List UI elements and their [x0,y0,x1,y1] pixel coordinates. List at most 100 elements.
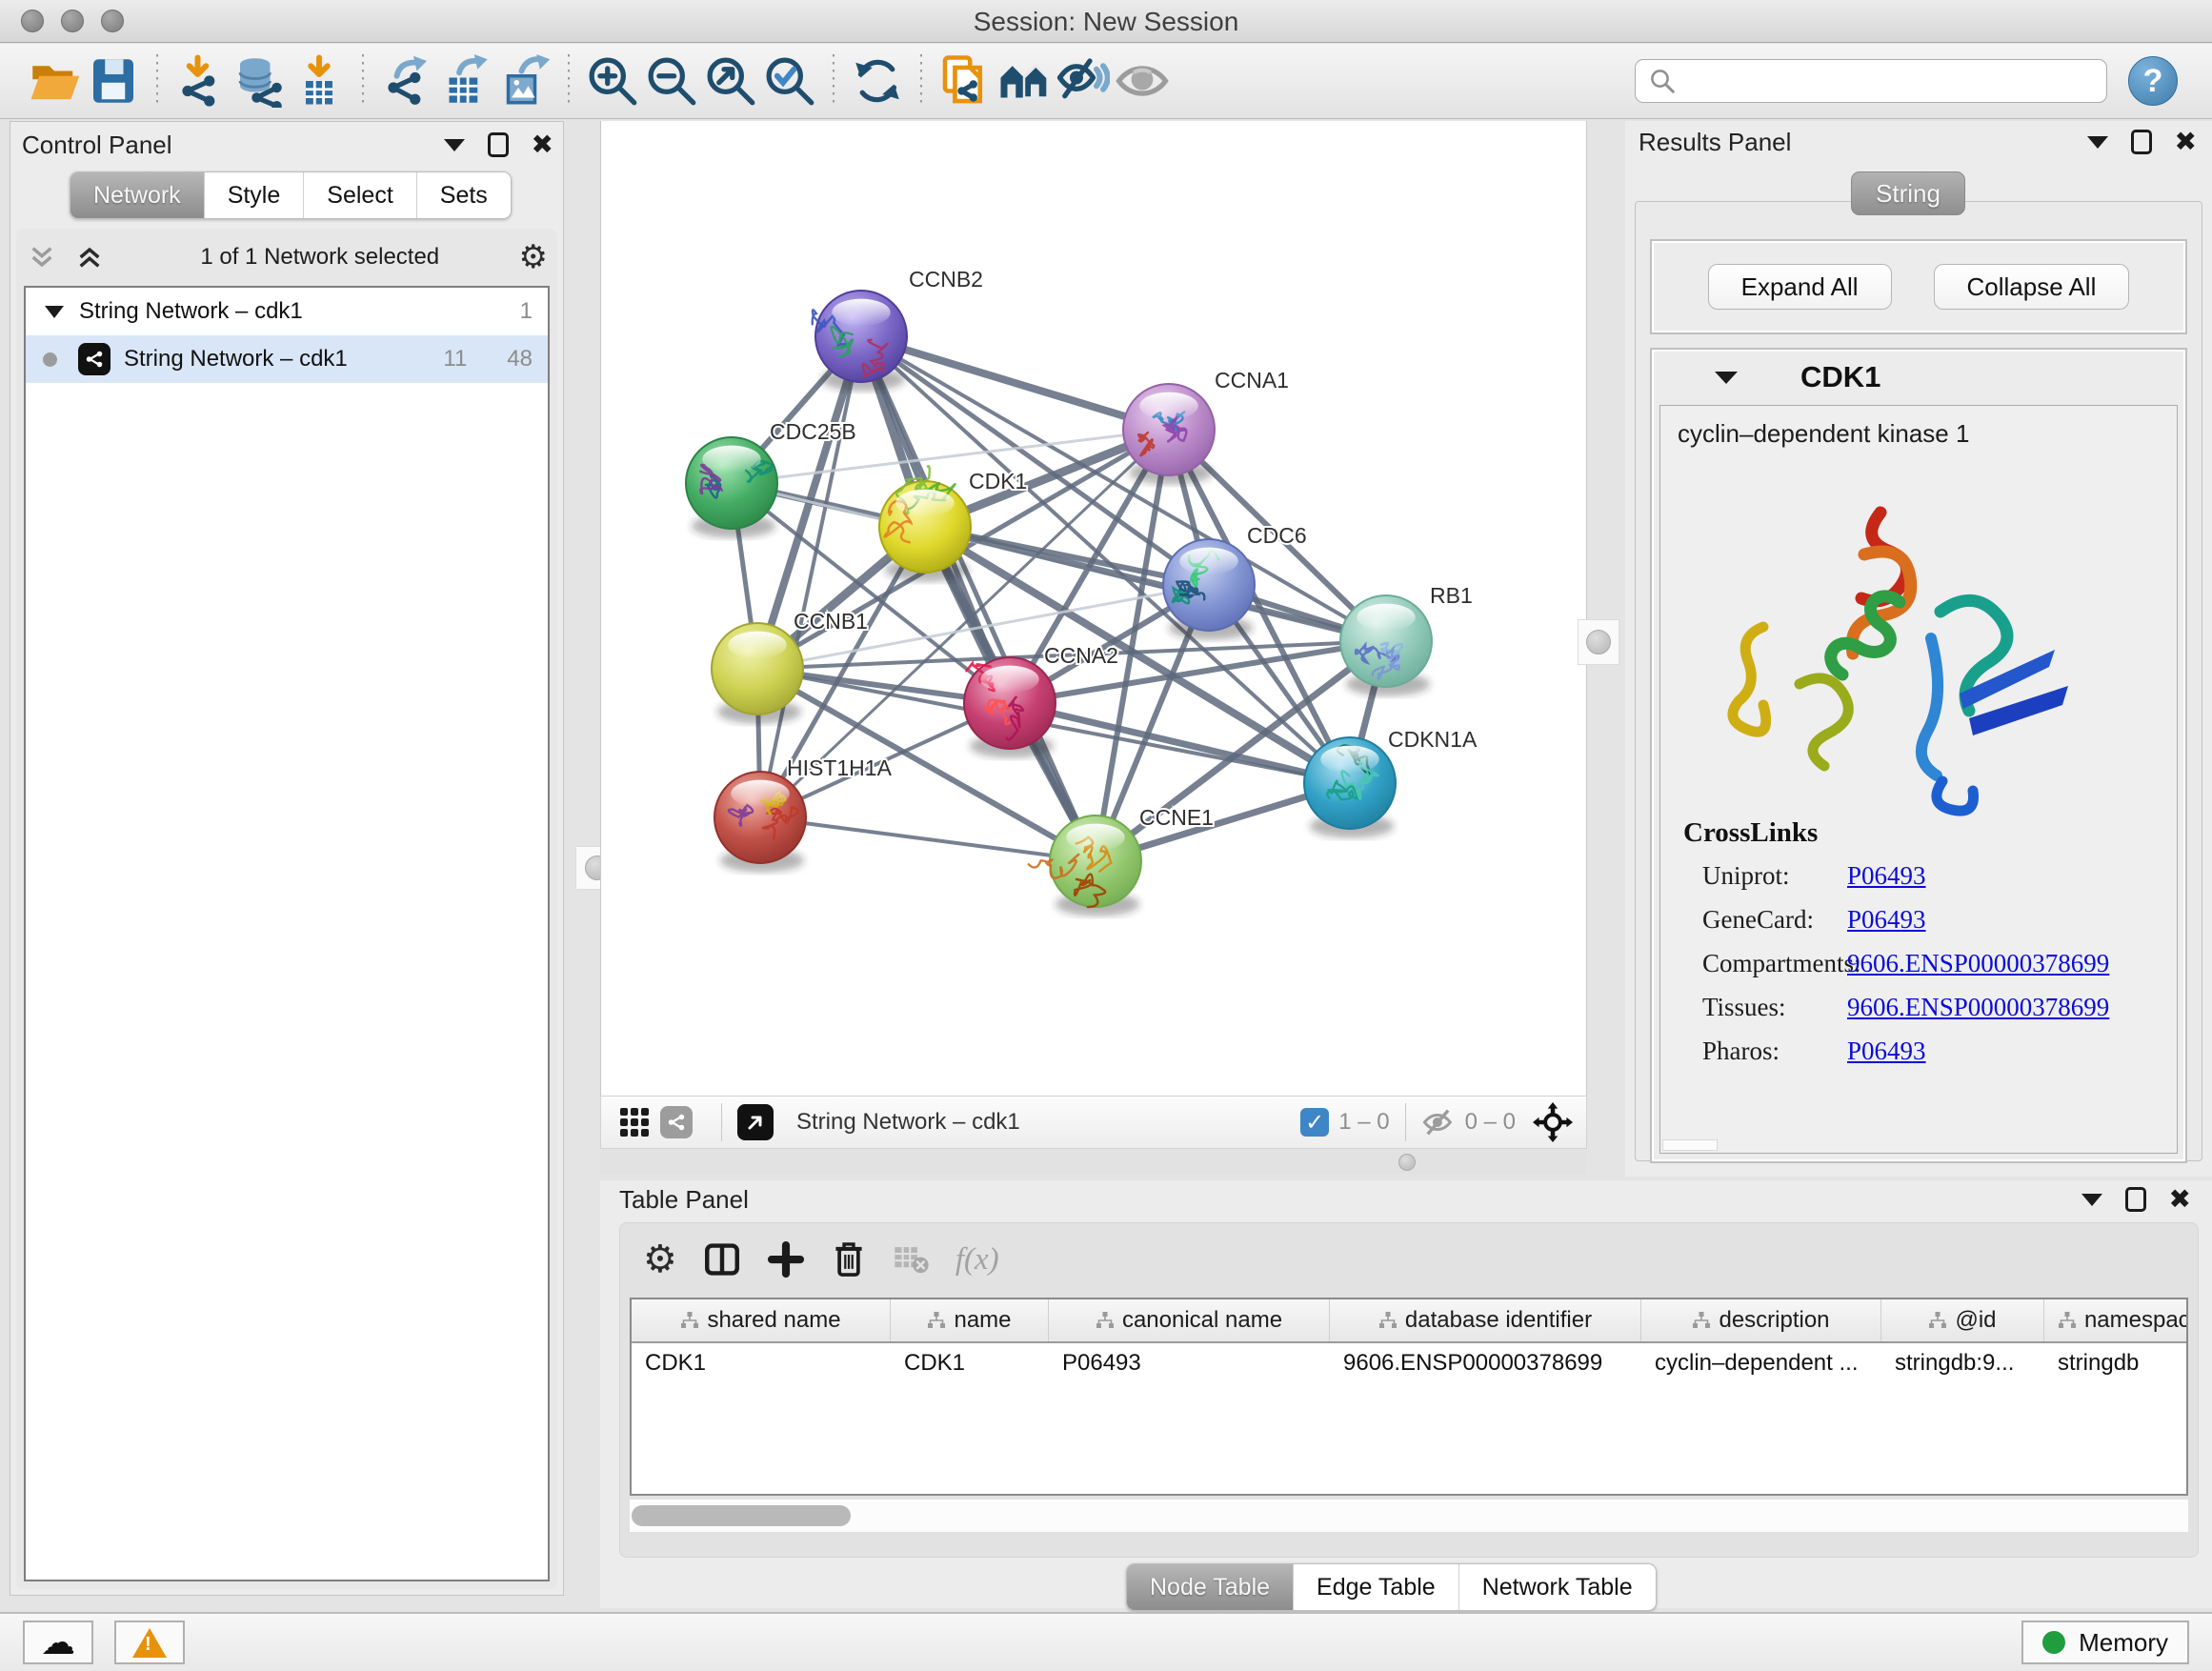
network-view[interactable]: CCNB2CCNA1CDC25BCDK1CDC6RB1CCNB1CCNA2CDK… [600,121,1587,1096]
close-panel-icon[interactable]: ✖ [2169,1186,2191,1213]
help-button[interactable]: ? [2128,56,2178,106]
edge[interactable] [861,336,1096,861]
column-header[interactable]: @id [1881,1299,2044,1341]
import-network-database-button[interactable] [231,51,290,111]
zoom-fit-button[interactable] [701,51,760,111]
expand-all-icon[interactable] [73,242,106,272]
float-panel-icon[interactable] [2081,1194,2102,1206]
tab-network[interactable]: Network [70,172,204,218]
gene-section-header[interactable]: CDK1 [1656,353,2182,401]
network-view-string-icon[interactable] [660,1106,693,1138]
table-cell[interactable]: P06493 [1049,1350,1330,1377]
detach-view-icon[interactable] [737,1104,774,1140]
tab-string[interactable]: String [1851,171,1965,215]
hidden-eye-icon[interactable] [1421,1106,1456,1138]
hide-panels-button[interactable] [1054,51,1113,111]
crosslink-compartments-link[interactable]: 9606.ENSP00000378699 [1847,949,2109,978]
save-session-button[interactable] [84,51,143,111]
close-panel-icon[interactable]: ✖ [532,131,553,158]
table-cell[interactable]: cyclin–dependent ... [1641,1350,1881,1377]
open-session-button[interactable] [25,51,84,111]
scrollbar-thumb[interactable] [632,1505,851,1526]
table-cell[interactable]: stringdb [2044,1350,2188,1377]
tab-network-table[interactable]: Network Table [1458,1564,1656,1610]
gene-disclosure-icon[interactable] [1715,372,1738,384]
edge[interactable] [760,817,1096,861]
table-options-gear-icon[interactable]: ⚙ [643,1240,677,1278]
column-header[interactable]: description [1641,1299,1881,1341]
title-bar: Session: New Session [0,0,2212,43]
grid-view-icon[interactable] [620,1108,649,1137]
export-table-button[interactable] [436,51,495,111]
edge[interactable] [760,336,861,817]
string-tab-label: String [1876,179,1941,209]
import-table-button[interactable] [290,51,349,111]
export-network-button[interactable] [377,51,436,111]
table-cell[interactable]: CDK1 [891,1350,1049,1377]
search-input[interactable] [1635,59,2107,103]
cloud-button[interactable]: ☁ [23,1621,93,1664]
crosslink-tissues-link[interactable]: 9606.ENSP00000378699 [1847,993,2109,1022]
node-CCNE1[interactable]: CCNE1 [1029,805,1214,916]
table-cell[interactable]: CDK1 [632,1350,891,1377]
network-collection-row[interactable]: String Network – cdk1 1 [26,288,548,335]
collapse-all-icon[interactable] [26,242,58,272]
zoom-selected-button[interactable] [760,51,819,111]
float-panel-icon[interactable] [444,139,465,151]
results-scrollbar[interactable] [1662,1139,1718,1151]
network-options-gear-icon[interactable]: ⚙ [519,241,548,273]
horizontal-splitter[interactable] [600,1150,1587,1175]
import-network-file-button[interactable] [171,51,231,111]
close-panel-icon[interactable]: ✖ [2175,129,2197,155]
delete-column-icon[interactable] [830,1239,868,1279]
column-header[interactable]: shared name [632,1299,891,1341]
node-CCNA1[interactable]: CCNA1 [1123,368,1289,485]
crosslink-uniprot-link[interactable]: P06493 [1847,861,1926,891]
warnings-button[interactable] [114,1621,185,1664]
column-header[interactable]: database identifier [1330,1299,1641,1341]
birdseye-view-button[interactable] [995,51,1054,111]
node-HIST1H1A[interactable]: HIST1H1A [714,755,893,873]
expand-all-button[interactable]: Expand All [1708,264,1892,310]
show-columns-icon[interactable] [702,1239,742,1279]
table-cell[interactable]: 9606.ENSP00000378699 [1330,1350,1641,1377]
pan-crosshair-icon[interactable] [1533,1102,1573,1142]
main-toolbar: ? [0,44,2212,119]
maximize-panel-icon[interactable] [488,132,509,157]
node-CDKN1A[interactable]: CDKN1A [1304,727,1478,838]
shared-column-icon [1096,1311,1115,1330]
create-column-icon[interactable] [767,1240,805,1278]
show-panels-button[interactable] [1113,51,1172,111]
clone-network-button[interactable] [935,51,995,111]
edge[interactable] [861,336,1169,430]
table-row[interactable]: CDK1CDK1P064939606.ENSP00000378699cyclin… [632,1343,2186,1383]
tab-node-table[interactable]: Node Table [1127,1564,1293,1610]
table-cell[interactable]: stringdb:9... [1881,1350,2044,1377]
node-RB1[interactable]: RB1 [1340,583,1473,696]
memory-button[interactable]: Memory [2021,1621,2189,1664]
collection-disclosure-icon[interactable] [45,306,64,318]
tab-edge-table[interactable]: Edge Table [1293,1564,1458,1610]
float-panel-icon[interactable] [2087,136,2108,149]
node-CCNB2[interactable]: CCNB2 [813,267,983,392]
maximize-panel-icon[interactable] [2125,1187,2146,1212]
tab-style[interactable]: Style [204,172,304,218]
column-header[interactable]: namespace [2044,1299,2188,1341]
table-scrollbar[interactable] [630,1500,2188,1532]
tab-select[interactable]: Select [303,172,415,218]
tab-sets[interactable]: Sets [416,172,511,218]
column-header[interactable]: canonical name [1049,1299,1330,1341]
refresh-button[interactable] [848,51,907,111]
crosslink-genecard-link[interactable]: P06493 [1847,905,1926,935]
zoom-out-button[interactable] [642,51,701,111]
export-image-button[interactable] [495,51,554,111]
column-header[interactable]: name [891,1299,1049,1341]
maximize-panel-icon[interactable] [2131,130,2152,154]
zoom-in-button[interactable] [583,51,642,111]
selected-checkbox[interactable]: ✓ [1300,1108,1329,1137]
network-row-selected[interactable]: String Network – cdk1 11 48 [26,335,548,383]
node-table[interactable]: shared name name canonical name database… [630,1298,2188,1496]
collapse-all-button[interactable]: Collapse All [1934,264,2130,310]
crosslink-pharos-link[interactable]: P06493 [1847,1037,1926,1066]
right-splitter-handle[interactable] [1578,619,1619,665]
